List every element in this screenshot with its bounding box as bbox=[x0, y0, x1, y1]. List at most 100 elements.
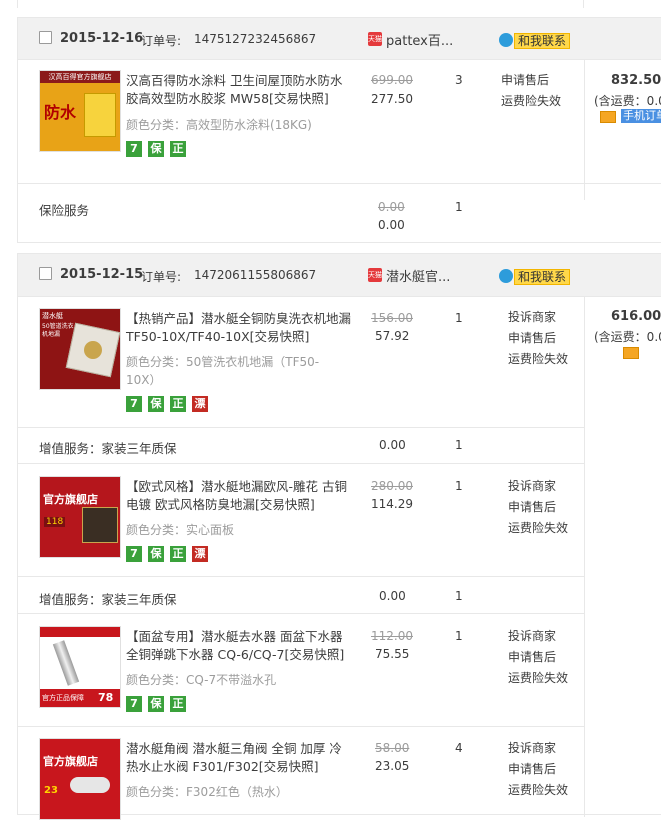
product-thumbnail[interactable]: 汉高百得官方旗舰店 防水 bbox=[39, 70, 121, 152]
genuine-guarantee-icon[interactable]: 正 bbox=[170, 546, 186, 562]
contact-seller-button[interactable]: 和我联系 bbox=[499, 32, 571, 49]
unit-price: 57.92 bbox=[375, 329, 410, 343]
complain-seller-link[interactable]: 投诉商家 bbox=[508, 626, 568, 647]
valve-image bbox=[70, 777, 110, 793]
quantity: 4 bbox=[455, 741, 463, 755]
product-title-link[interactable]: 【欧式风格】潜水艇地漏欧风-雕花 古铜电镀 欧式风格防臭地漏[交易快照] bbox=[126, 478, 351, 514]
prev-order-border-left bbox=[17, 0, 18, 8]
seven-day-return-icon[interactable]: 7 bbox=[126, 141, 142, 157]
order-checkbox[interactable] bbox=[39, 31, 52, 44]
row-divider bbox=[18, 427, 584, 428]
original-price: 112.00 bbox=[371, 629, 413, 643]
consumer-guarantee-icon[interactable]: 保 bbox=[148, 396, 164, 412]
thumb-banner: 官方旗舰店 bbox=[43, 493, 98, 506]
spec-label: 颜色分类： bbox=[126, 673, 187, 687]
mobile-order-badge: 手机订单 bbox=[621, 109, 661, 123]
spec-value: F302红色（热水） bbox=[186, 785, 288, 799]
order-number-label: 订单号: bbox=[141, 270, 182, 284]
complain-seller-link[interactable]: 投诉商家 bbox=[508, 738, 568, 759]
product-thumbnail[interactable]: 官方旗舰店 23 bbox=[39, 738, 121, 820]
shop-name-link[interactable]: pattex百... bbox=[386, 30, 453, 49]
product-thumbnail[interactable]: 官方正品保障 78 bbox=[39, 626, 121, 708]
express-icon[interactable]: 漂 bbox=[192, 546, 208, 562]
product-title-link[interactable]: 【面盆专用】潜水艇去水器 面盆下水器全铜弹跳下水器 CQ-6/CQ-7[交易快照… bbox=[126, 628, 351, 664]
seven-day-return-icon[interactable]: 7 bbox=[126, 546, 142, 562]
insurance-service-label: 保险服务 bbox=[39, 203, 90, 218]
order-header: 2015-12-15 订单号: 1472061155806867 天猫 潜水艇官… bbox=[18, 254, 661, 297]
contact-label: 和我联系 bbox=[514, 32, 571, 49]
item-actions: 投诉商家 申请售后 运费险失效 bbox=[508, 307, 568, 370]
original-price: 156.00 bbox=[371, 311, 413, 325]
unit-price: 75.55 bbox=[375, 647, 410, 661]
shipping-insurance-status: 运费险失效 bbox=[508, 521, 569, 535]
consumer-guarantee-icon[interactable]: 保 bbox=[148, 141, 164, 157]
card-payment-icon bbox=[623, 347, 639, 359]
express-icon[interactable]: 漂 bbox=[192, 396, 208, 412]
consumer-guarantee-icon[interactable]: 保 bbox=[148, 546, 164, 562]
after-sale-link[interactable]: 申请售后 bbox=[508, 647, 568, 668]
product-title-link[interactable]: 潜水艇角阀 潜水艇三角阀 全铜 加厚 冷热水止水阀 F301/F302[交易快照… bbox=[126, 740, 351, 776]
product-title-link[interactable]: 汉高百得防水涂料 卫生间屋顶防水防水胶高效型防水胶浆 MW58[交易快照] bbox=[126, 72, 351, 108]
column-divider bbox=[584, 60, 585, 200]
order-header: 2015-12-16 订单号: 1475127232456867 天猫 patt… bbox=[18, 18, 661, 60]
unit-price: 114.29 bbox=[371, 497, 413, 511]
order-number-label: 订单号: bbox=[141, 34, 182, 48]
thumb-brand: 潜水艇 bbox=[42, 312, 63, 320]
thumb-banner: 官方正品保障 bbox=[42, 694, 84, 702]
shipping-insurance-status: 运费险失效 bbox=[508, 783, 569, 797]
service-icons: 7保正漂 bbox=[126, 396, 214, 412]
shipping-insurance-status: 运费险失效 bbox=[508, 671, 569, 685]
genuine-guarantee-icon[interactable]: 正 bbox=[170, 396, 186, 412]
order-checkbox[interactable] bbox=[39, 267, 52, 280]
service-quantity: 1 bbox=[455, 438, 463, 452]
item-actions: 投诉商家 申请售后 运费险失效 bbox=[508, 476, 568, 539]
service-icons: 7保正 bbox=[126, 696, 192, 712]
unit-price: 23.05 bbox=[375, 759, 410, 773]
after-sale-link[interactable]: 申请售后 bbox=[508, 759, 568, 780]
service-quantity: 1 bbox=[455, 200, 463, 214]
consumer-guarantee-icon[interactable]: 保 bbox=[148, 696, 164, 712]
shop-name-link[interactable]: 潜水艇官... bbox=[386, 266, 450, 285]
product-title-link[interactable]: 【热销产品】潜水艇全铜防臭洗衣机地漏TF50-10X/TF40-10X[交易快照… bbox=[126, 310, 351, 346]
product-spec: 颜色分类：F302红色（热水） bbox=[126, 783, 326, 801]
after-sale-link[interactable]: 申请售后 bbox=[508, 328, 568, 349]
item-actions: 投诉商家 申请售后 运费险失效 bbox=[508, 738, 568, 801]
order-total: 616.00 bbox=[611, 309, 661, 324]
spec-label: 颜色分类： bbox=[126, 118, 187, 132]
spec-value: 实心面板 bbox=[186, 523, 235, 537]
thumb-topbar bbox=[40, 627, 120, 637]
bucket-image bbox=[84, 93, 116, 137]
shipping-fee: (含运费：0.0 bbox=[594, 330, 661, 344]
thumb-main-text: 防水 bbox=[44, 103, 77, 122]
thumb-banner: 汉高百得官方旗舰店 bbox=[40, 71, 120, 83]
product-spec: 颜色分类：实心面板 bbox=[126, 521, 326, 539]
spec-value: CQ-7不带溢水孔 bbox=[186, 673, 277, 687]
after-sale-link[interactable]: 申请售后 bbox=[508, 497, 568, 518]
complain-seller-link[interactable]: 投诉商家 bbox=[508, 476, 568, 497]
product-thumbnail[interactable]: 官方旗舰店 118 bbox=[39, 476, 121, 558]
item-actions: 投诉商家 申请售后 运费险失效 bbox=[508, 626, 568, 689]
spec-label: 颜色分类： bbox=[126, 785, 187, 799]
drainer-image bbox=[52, 640, 80, 686]
order-number: 1475127232456867 bbox=[194, 32, 317, 46]
order-date: 2015-12-16 bbox=[60, 31, 144, 46]
shipping-insurance-status: 运费险失效 bbox=[508, 352, 569, 366]
spec-value: 高效型防水涂料(18KG) bbox=[186, 118, 312, 132]
quantity: 1 bbox=[455, 629, 463, 643]
shipping-fee: (含运费：0.0 bbox=[594, 94, 661, 108]
service-quantity: 1 bbox=[455, 589, 463, 603]
product-thumbnail[interactable]: 潜水艇 50管道洗衣机地漏 bbox=[39, 308, 121, 390]
after-sale-link[interactable]: 申请售后 bbox=[501, 70, 561, 91]
genuine-guarantee-icon[interactable]: 正 bbox=[170, 141, 186, 157]
row-divider bbox=[18, 726, 584, 727]
seven-day-return-icon[interactable]: 7 bbox=[126, 396, 142, 412]
service-original-price: 0.00 bbox=[378, 200, 405, 214]
service-icons: 7保正 bbox=[126, 141, 192, 157]
seven-day-return-icon[interactable]: 7 bbox=[126, 696, 142, 712]
genuine-guarantee-icon[interactable]: 正 bbox=[170, 696, 186, 712]
contact-seller-button[interactable]: 和我联系 bbox=[499, 268, 571, 285]
service-icons: 7保正漂 bbox=[126, 546, 214, 562]
complain-seller-link[interactable]: 投诉商家 bbox=[508, 307, 568, 328]
service-price: 0.00 bbox=[379, 438, 406, 452]
thumb-banner: 官方旗舰店 bbox=[43, 755, 98, 768]
